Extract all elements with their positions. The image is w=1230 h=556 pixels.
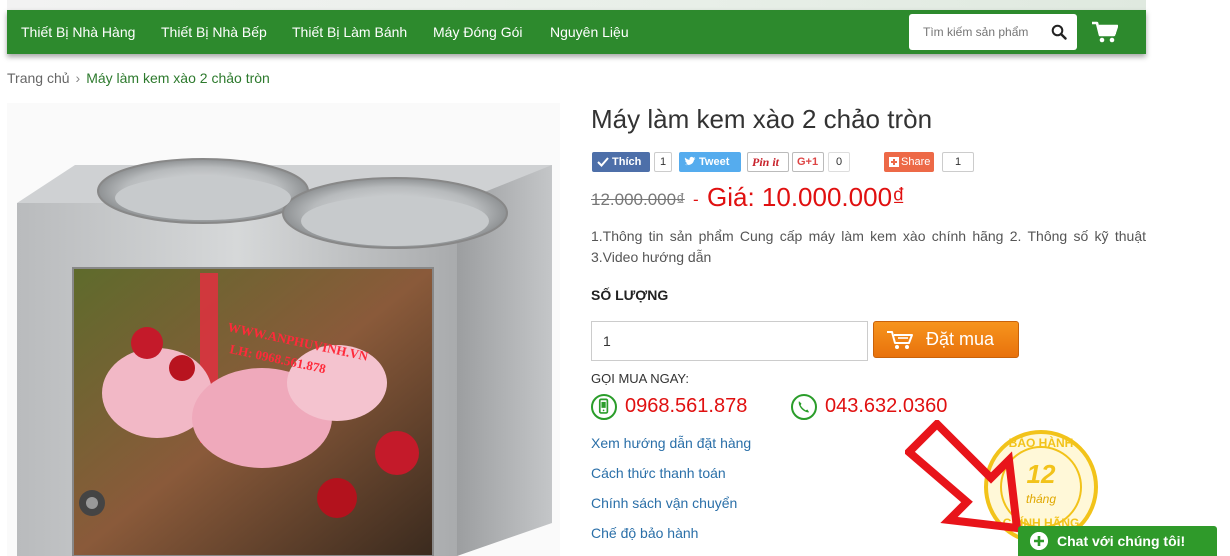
landline-number: 043.632.0360 (825, 395, 948, 417)
quantity-label: SỐ LƯỢNG (591, 287, 669, 303)
link-warranty-policy[interactable]: Chế độ bảo hành (591, 525, 698, 541)
plus-icon (889, 157, 899, 167)
pin-it-button[interactable]: Pin it (747, 152, 789, 172)
share-button[interactable]: Share (884, 152, 934, 172)
nav-item-ingredients[interactable]: Nguyên Liệu (550, 10, 629, 54)
link-shipping-policy[interactable]: Chính sách vận chuyển (591, 495, 737, 511)
product-title: Máy làm kem xào 2 chảo tròn (591, 104, 933, 134)
buy-button[interactable]: Đặt mua (873, 321, 1019, 358)
breadcrumb-home[interactable]: Trang chủ (7, 70, 70, 86)
main-nav: Thiết Bị Nhà Hàng Thiết Bị Nhà Bếp Thiết… (7, 10, 1146, 54)
nav-item-restaurant[interactable]: Thiết Bị Nhà Hàng (21, 10, 135, 54)
share-count: 1 (942, 152, 974, 172)
gplus-count: 0 (828, 152, 850, 172)
gplus-button[interactable]: G+1 (792, 152, 824, 172)
buy-label: Đặt mua (926, 329, 995, 349)
breadcrumb: Trang chủ › Máy làm kem xào 2 chảo tròn (7, 70, 270, 86)
tweet-label: Tweet (699, 156, 730, 168)
breadcrumb-separator: › (75, 70, 81, 86)
top-banner-strip (7, 0, 1146, 10)
chat-label: Chat với chúng tôi! (1057, 533, 1186, 549)
search-box (909, 14, 1077, 50)
nav-item-kitchen[interactable]: Thiết Bị Nhà Bếp (161, 10, 267, 54)
like-button[interactable]: Thích (592, 152, 650, 172)
search-icon[interactable] (1051, 24, 1067, 40)
like-count: 1 (654, 152, 672, 172)
like-label: Thích (612, 156, 642, 168)
current-price: Giá: 10.000.000₫ (707, 182, 906, 212)
plus-icon (1030, 532, 1048, 550)
link-payment-methods[interactable]: Cách thức thanh toán (591, 465, 726, 481)
nav-item-packaging[interactable]: Máy Đóng Gói (433, 10, 522, 54)
price-dash: - (693, 190, 699, 209)
product-description: 1.Thông tin sản phẩm Cung cấp máy làm ke… (591, 228, 1146, 265)
tweet-button[interactable]: Tweet (679, 152, 741, 172)
quantity-input[interactable] (591, 321, 868, 361)
cart-icon[interactable] (1092, 21, 1118, 43)
cart-icon (887, 331, 913, 349)
chat-widget-button[interactable]: Chat với chúng tôi! (1018, 526, 1217, 556)
link-order-guide[interactable]: Xem hướng dẫn đặt hàng (591, 435, 751, 451)
breadcrumb-current[interactable]: Máy làm kem xào 2 chảo tròn (86, 70, 270, 86)
search-input[interactable] (909, 14, 1049, 50)
mobile-number: 0968.561.878 (625, 395, 748, 417)
old-price: 12.000.000₫ (591, 190, 685, 209)
phone-icon (791, 394, 817, 420)
check-icon (597, 157, 609, 167)
nav-item-bakery[interactable]: Thiết Bị Làm Bánh (292, 10, 407, 54)
mobile-phone-icon (591, 394, 617, 420)
product-image[interactable]: WWW.ANPHUVINH.VN LH: 0968.561.878 (7, 103, 560, 556)
share-label: Share (901, 156, 931, 168)
red-arrow-icon (905, 420, 1022, 533)
twitter-icon (684, 156, 696, 166)
call-label: GỌI MUA NGAY: (591, 371, 690, 386)
